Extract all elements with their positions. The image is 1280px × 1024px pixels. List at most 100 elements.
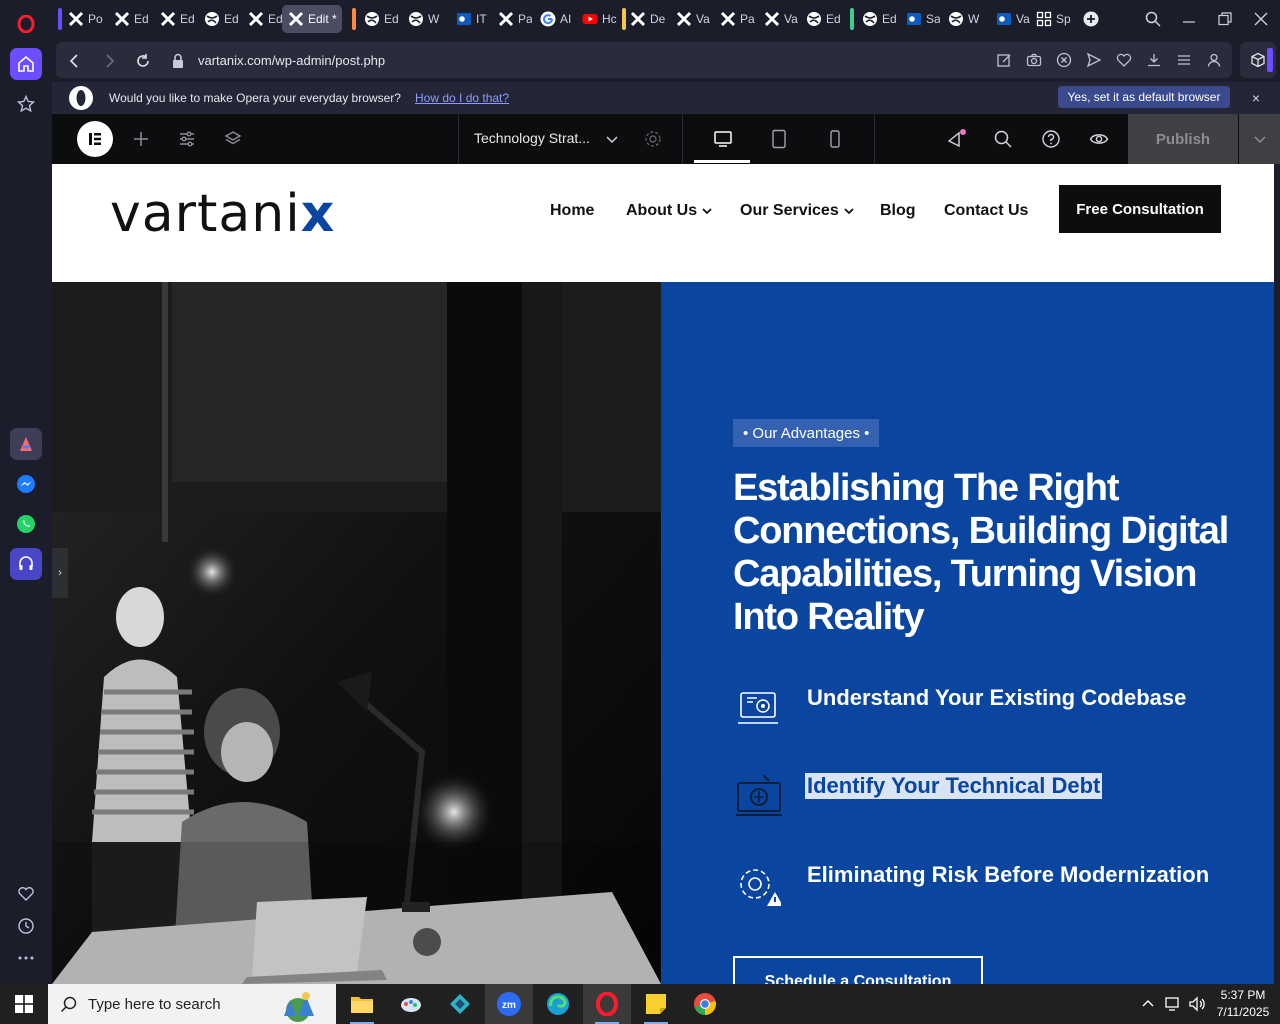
tablet-view-icon[interactable] [769, 129, 789, 149]
chrome-icon[interactable] [681, 984, 729, 1024]
browser-tab[interactable]: Edit * [282, 5, 342, 33]
windows-start-icon[interactable] [0, 984, 48, 1024]
browser-tab[interactable]: Ed [856, 5, 900, 33]
free-consultation-button[interactable]: Free Consultation [1059, 185, 1221, 233]
forward-icon[interactable] [100, 52, 118, 70]
nav-contact-us[interactable]: Contact Us [944, 202, 1028, 220]
browser-tab[interactable]: Ed [800, 5, 844, 33]
messenger-icon[interactable] [10, 468, 42, 500]
edge-icon[interactable] [534, 984, 582, 1024]
nav-blog[interactable]: Blog [880, 202, 916, 220]
reload-icon[interactable] [134, 52, 152, 70]
browser-tab[interactable]: Ed [198, 5, 242, 33]
app-diamond-icon[interactable] [436, 984, 484, 1024]
feature-label[interactable]: Eliminating Risk Before Modernization [807, 862, 1209, 888]
tab-label: Ed [826, 12, 841, 26]
elementor-logo-icon[interactable] [77, 121, 113, 157]
nav-home[interactable]: Home [550, 202, 594, 220]
hero-heading[interactable]: Establishing The Right Connections, Buil… [733, 467, 1253, 639]
star-icon[interactable] [10, 88, 42, 120]
whatsapp-icon[interactable] [10, 508, 42, 540]
set-default-button[interactable]: Yes, set it as default browser [1058, 86, 1230, 108]
search-tabs-icon[interactable] [1142, 8, 1164, 30]
site-settings-icon[interactable] [177, 129, 197, 149]
taskbar-search-input[interactable]: Type here to search [48, 984, 336, 1024]
browser-tab[interactable]: AI [534, 5, 578, 33]
aria-icon[interactable] [10, 428, 42, 460]
history-icon[interactable] [10, 910, 42, 942]
send-icon[interactable] [1086, 52, 1104, 70]
structure-layers-icon[interactable] [223, 129, 243, 149]
opera-menu-icon[interactable] [10, 8, 42, 40]
download-icon[interactable] [1146, 52, 1164, 70]
browser-tab[interactable]: W [942, 5, 982, 33]
browser-tab[interactable]: De [624, 5, 668, 33]
banner-help-link[interactable]: How do I do that? [415, 91, 509, 105]
browser-tab[interactable]: Po [62, 5, 106, 33]
bookmark-heart-icon[interactable] [1116, 52, 1134, 70]
file-explorer-icon[interactable] [338, 984, 386, 1024]
page-settings-gear-icon[interactable] [643, 129, 663, 149]
nav-about-us[interactable]: About Us [626, 202, 713, 220]
browser-tab[interactable]: Ed [108, 5, 152, 33]
browser-tab[interactable]: Hc [576, 5, 620, 33]
browser-tab[interactable]: Va [990, 5, 1030, 33]
restore-icon[interactable] [1214, 8, 1236, 30]
document-title[interactable]: Technology Strat... [474, 130, 590, 146]
browser-tab[interactable]: Sa [900, 5, 940, 33]
help-icon[interactable] [1041, 129, 1061, 149]
back-icon[interactable] [66, 52, 84, 70]
browser-tab[interactable]: Ed [154, 5, 198, 33]
close-icon[interactable]: × [1246, 88, 1266, 108]
chevron-down-icon[interactable] [602, 129, 622, 149]
home-icon[interactable] [10, 48, 42, 80]
site-logo[interactable]: vartanix [110, 184, 335, 244]
easy-setup-icon[interactable] [1176, 52, 1194, 70]
page-preview-canvas[interactable]: vartanix Home About Us Our Services Blog… [52, 164, 1274, 984]
music-player-icon[interactable] [10, 548, 42, 580]
mobile-view-icon[interactable] [825, 129, 845, 149]
volume-icon[interactable] [1188, 996, 1206, 1012]
more-icon[interactable] [10, 942, 42, 974]
show-hidden-icons-chevron-icon[interactable] [1140, 996, 1156, 1012]
browser-tab[interactable]: Pa [714, 5, 758, 33]
edit-page-icon[interactable] [996, 52, 1014, 70]
camera-icon[interactable] [1026, 52, 1044, 70]
browser-tab[interactable]: Va [758, 5, 802, 33]
url-bar[interactable]: vartanix.com/wp-admin/post.php [56, 42, 1232, 78]
preview-eye-icon[interactable] [1089, 129, 1109, 149]
browser-tab[interactable]: Va [670, 5, 714, 33]
announcements-icon[interactable] [946, 129, 966, 149]
feature-label-selected[interactable]: Identify Your Technical Debt [805, 773, 1103, 799]
minimize-icon[interactable] [1178, 8, 1200, 30]
lock-icon[interactable] [170, 52, 188, 70]
nav-our-services[interactable]: Our Services [740, 202, 855, 220]
opera-taskbar-icon[interactable] [583, 984, 631, 1024]
paint-icon[interactable] [387, 984, 435, 1024]
panel-expand-chevron-icon[interactable]: › [52, 548, 68, 598]
feature-label[interactable]: Understand Your Existing Codebase [807, 685, 1186, 711]
zoom-icon[interactable]: zm [485, 984, 533, 1024]
add-element-icon[interactable] [131, 129, 151, 149]
schedule-consultation-button[interactable]: Schedule a Consultation [733, 956, 983, 984]
heart-icon[interactable] [10, 878, 42, 910]
system-clock[interactable]: 5:37 PM 7/11/2025 [1212, 987, 1274, 1021]
url-text[interactable]: vartanix.com/wp-admin/post.php [198, 53, 385, 68]
browser-tab[interactable]: Ed [242, 5, 286, 33]
sticky-notes-icon[interactable] [632, 984, 680, 1024]
close-window-icon[interactable] [1250, 8, 1272, 30]
browser-tab[interactable]: IT [450, 5, 490, 33]
new-tab-icon[interactable] [1080, 8, 1102, 30]
browser-tab[interactable]: Ed [358, 5, 402, 33]
publish-options-chevron-icon[interactable] [1239, 114, 1280, 164]
publish-button[interactable]: Publish [1128, 114, 1238, 164]
profile-icon[interactable] [1206, 52, 1224, 70]
browser-tab[interactable]: Sp [1030, 5, 1074, 33]
network-icon[interactable] [1164, 996, 1182, 1012]
browser-tab[interactable]: W [402, 5, 442, 33]
desktop-view-icon[interactable] [713, 129, 733, 149]
browser-tab[interactable]: Pa [492, 5, 532, 33]
logo-text: vartani [110, 184, 301, 244]
search-icon[interactable] [993, 129, 1013, 149]
adblock-icon[interactable] [1056, 52, 1074, 70]
